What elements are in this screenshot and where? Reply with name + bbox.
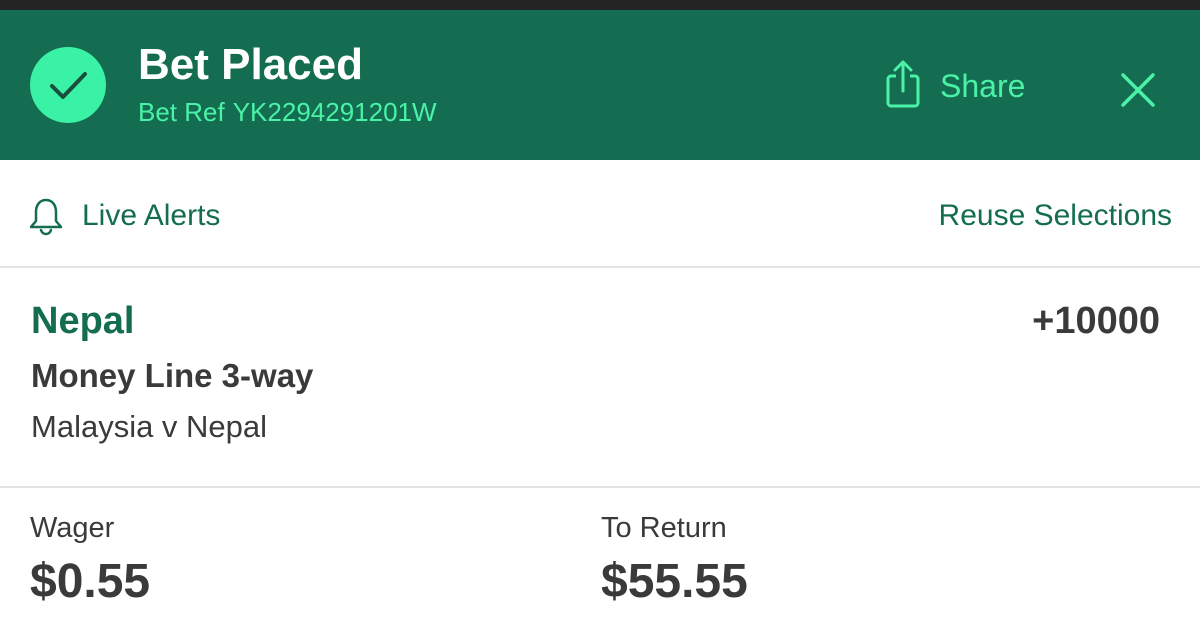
bet-confirmation-header: Bet Placed Bet Ref YK2294291201W Share (0, 10, 1200, 160)
share-label: Share (940, 68, 1026, 104)
bell-icon (29, 198, 63, 236)
return-label: To Return (601, 512, 727, 544)
page-title: Bet Placed (138, 40, 363, 89)
live-alerts-button[interactable]: Live Alerts (26, 196, 286, 236)
selection-market: Money Line 3-way (31, 357, 314, 394)
device-top-strip (0, 0, 1200, 10)
bet-selection: Nepal +10000 Money Line 3-way Malaysia v… (0, 268, 1200, 488)
close-button[interactable] (1112, 64, 1164, 116)
bet-totals: Wager $0.55 To Return $55.55 (0, 488, 1200, 626)
selection-name: Nepal (31, 300, 135, 342)
checkmark-icon (30, 47, 106, 123)
bet-ref-prefix: Bet Ref (138, 97, 225, 127)
wager-label: Wager (30, 512, 115, 544)
reuse-selections-link[interactable]: Reuse Selections (939, 198, 1172, 234)
bet-ref-value: YK2294291201W (232, 97, 437, 127)
bet-actions-row: Live Alerts Reuse Selections (0, 160, 1200, 268)
live-alerts-label: Live Alerts (82, 199, 221, 232)
share-icon (886, 60, 920, 108)
wager-value: $0.55 (30, 555, 151, 608)
bet-reference: Bet Ref YK2294291201W (138, 96, 437, 128)
close-icon (1121, 73, 1155, 107)
return-value: $55.55 (601, 555, 748, 608)
selection-odds: +10000 (1032, 300, 1160, 342)
selection-event: Malaysia v Nepal (31, 409, 268, 444)
share-button[interactable]: Share (884, 58, 1044, 114)
